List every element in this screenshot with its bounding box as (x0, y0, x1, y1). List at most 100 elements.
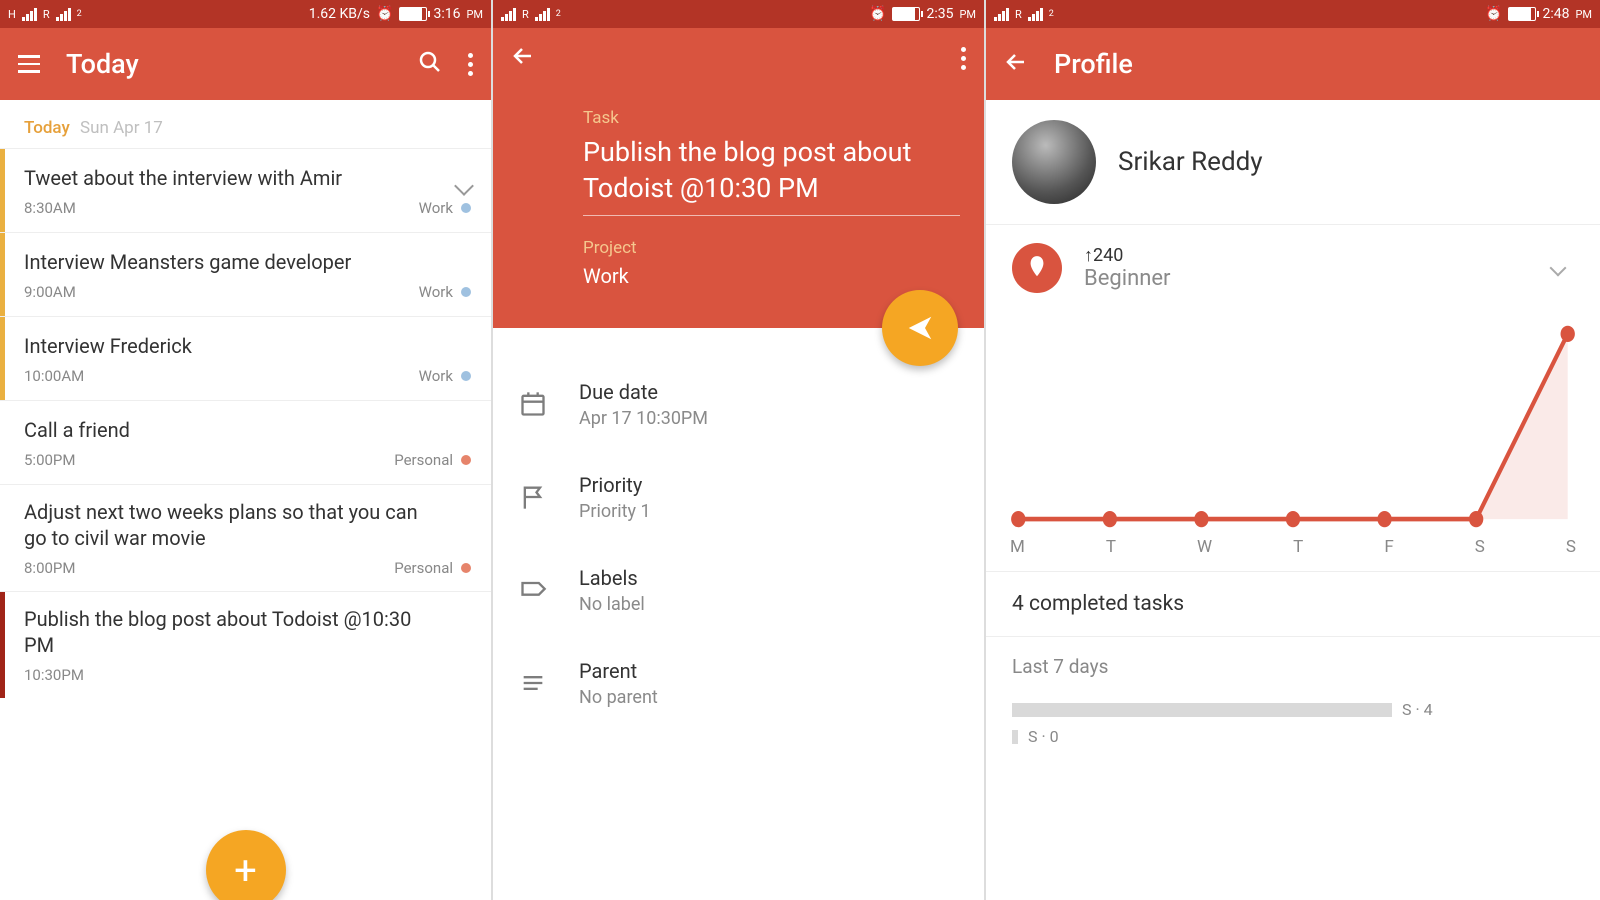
detail-value: No parent (579, 687, 658, 708)
submit-fab[interactable] (882, 290, 958, 366)
alarm-icon: ⏰ (376, 6, 393, 22)
profile-name: Srikar Reddy (1118, 147, 1263, 177)
alarm-icon: ⏰ (869, 6, 886, 22)
clock-ampm: PM (1575, 8, 1592, 21)
task-row[interactable]: Tweet about the interview with Amir 8:30A… (0, 148, 491, 232)
axis-tick: T (1106, 537, 1116, 557)
project-dot-icon (461, 203, 471, 213)
priority-bar (0, 149, 5, 232)
alarm-icon: ⏰ (1485, 6, 1502, 22)
signal-icon (501, 8, 516, 21)
task-row[interactable]: Publish the blog post about Todoist @10:… (0, 591, 491, 698)
activity-chart (986, 303, 1600, 533)
detail-value: Apr 17 10:30PM (579, 408, 708, 429)
project-dot-icon (461, 563, 471, 573)
battery-icon (892, 7, 920, 21)
task-row[interactable]: Interview Meansters game developer9:00AM… (0, 232, 491, 316)
axis-tick: M (1010, 537, 1025, 557)
profile-header: Srikar Reddy (986, 100, 1600, 225)
task-project: Work (419, 367, 471, 385)
karma-level: Beginner (1084, 266, 1171, 291)
net-speed: 1.62 KB/s (309, 6, 370, 22)
axis-tick: W (1197, 537, 1212, 557)
task-title: Call a friend (24, 417, 471, 443)
completed-tasks[interactable]: 4 completed tasks (986, 572, 1600, 637)
karma-row[interactable]: ↑240 Beginner (986, 225, 1600, 303)
screen-task-detail: R 2 ⏰ 2:35 PM Task Publish the blog post… (493, 0, 986, 900)
task-row[interactable]: Call a friend 5:00PM Personal (0, 400, 491, 484)
hist-bar (1012, 730, 1018, 744)
clock-ampm: PM (466, 8, 483, 21)
signal-icon (56, 8, 71, 21)
overflow-menu-icon[interactable] (961, 46, 966, 70)
task-label: Task (583, 88, 960, 128)
chart-x-axis: MTWTFSS (986, 533, 1600, 572)
task-hero: Task Publish the blog post about Todoist… (493, 88, 984, 328)
task-project: Work (419, 199, 471, 217)
clock-time: 2:35 (926, 6, 953, 22)
axis-tick: F (1384, 537, 1393, 557)
task-time: 8:00PM (24, 559, 75, 577)
task-title-input[interactable]: Publish the blog post about Todoist @10:… (583, 134, 960, 216)
detail-value: Priority 1 (579, 501, 651, 522)
app-bar (493, 28, 984, 88)
network-indicator: H (8, 8, 16, 21)
clock-time: 2:48 (1542, 6, 1569, 22)
signal-icon (994, 8, 1009, 21)
detail-key: Parent (579, 659, 658, 683)
back-icon[interactable] (1004, 50, 1028, 78)
hist-row: S · 0 (986, 723, 1600, 750)
app-bar: Today (0, 28, 491, 100)
back-icon[interactable] (511, 44, 535, 72)
task-title: Interview Frederick (24, 333, 471, 359)
project-value[interactable]: Work (583, 264, 960, 288)
axis-tick: T (1293, 537, 1303, 557)
status-bar: R 2 ⏰ 2:35 PM (493, 0, 984, 28)
detail-key: Labels (579, 566, 645, 590)
priority-bar (0, 233, 5, 316)
task-time: 9:00AM (24, 283, 76, 301)
task-title: Publish the blog post about Todoist @10:… (24, 606, 471, 658)
app-bar: Profile (986, 28, 1600, 100)
network-indicator: R (522, 8, 529, 21)
task-row[interactable]: Adjust next two weeks plans so that you … (0, 484, 491, 591)
detail-row-priority[interactable]: Priority Priority 1 (493, 451, 984, 544)
detail-row-due-date[interactable]: Due date Apr 17 10:30PM (493, 358, 984, 451)
add-task-fab[interactable]: + (206, 830, 286, 900)
detail-row-parent[interactable]: Parent No parent (493, 637, 984, 730)
task-time: 5:00PM (24, 451, 75, 469)
hist-bar (1012, 703, 1392, 717)
network-sub: 2 (77, 9, 82, 19)
project-dot-icon (461, 455, 471, 465)
page-title: Today (66, 48, 392, 80)
tag-icon (519, 576, 549, 604)
clock-ampm: PM (959, 8, 976, 21)
task-time: 10:00AM (24, 367, 84, 385)
signal-icon (22, 8, 37, 21)
hamburger-icon[interactable] (18, 52, 40, 76)
status-bar: R 2 ⏰ 2:48 PM (986, 0, 1600, 28)
task-project: Personal (394, 559, 471, 577)
overflow-menu-icon[interactable] (468, 52, 473, 76)
section-date: Sun Apr 17 (80, 118, 163, 138)
task-time: 8:30AM (24, 199, 76, 217)
screen-today: H R 2 1.62 KB/s ⏰ 3:16 PM Today Today Su… (0, 0, 493, 900)
detail-row-labels[interactable]: Labels No label (493, 544, 984, 637)
task-project: Personal (394, 451, 471, 469)
project-dot-icon (461, 371, 471, 381)
task-title: Adjust next two weeks plans so that you … (24, 499, 471, 551)
task-row[interactable]: Interview Frederick 10:00AM Work (0, 316, 491, 400)
project-dot-icon (461, 287, 471, 297)
task-title: Tweet about the interview with Amir (24, 165, 471, 191)
battery-icon (1508, 7, 1536, 21)
screen-profile: R 2 ⏰ 2:48 PM Profile Srikar Reddy ↑240 … (986, 0, 1600, 900)
search-icon[interactable] (418, 50, 442, 78)
axis-tick: S (1475, 537, 1485, 557)
axis-tick: S (1566, 537, 1576, 557)
calendar-icon (519, 390, 549, 418)
avatar[interactable] (1012, 120, 1096, 204)
hist-label: S · 4 (1402, 700, 1433, 719)
status-bar: H R 2 1.62 KB/s ⏰ 3:16 PM (0, 0, 491, 28)
hist-label: S · 0 (1028, 727, 1059, 746)
battery-icon (399, 7, 427, 21)
